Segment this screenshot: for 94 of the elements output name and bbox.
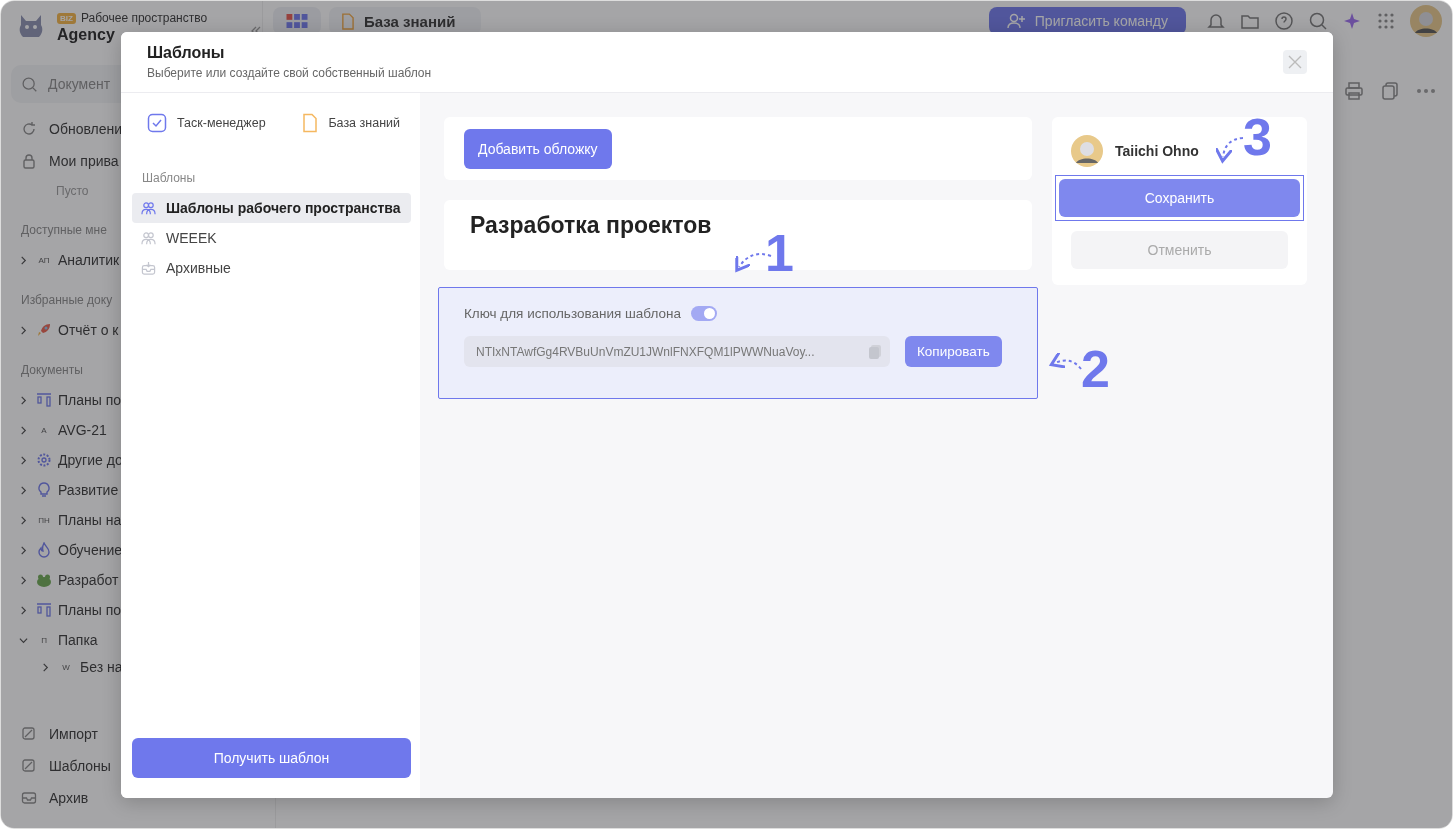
callout-arrow [1049,351,1082,370]
flame-icon [36,542,52,558]
rocket-icon [36,322,52,338]
doc-initials: ПН [37,515,51,525]
template-category[interactable]: Шаблоны рабочего пространства [132,193,411,223]
tree-item[interactable]: Аналитик [58,252,120,268]
people-icon [141,200,156,216]
document-title[interactable]: Разработка проектов [470,212,712,238]
app-link[interactable]: База знаний [302,113,400,133]
grid-icon[interactable] [1376,11,1396,31]
workspace-name[interactable]: Agency [57,26,115,44]
bulb-icon [36,482,52,498]
close-icon [1288,55,1302,69]
section-heading: Шаблоны [142,171,196,185]
get-template-button[interactable]: Получить шаблон [132,738,411,778]
doc-initials: АП [37,255,51,265]
tree-item[interactable]: Планы по [58,392,122,408]
gear-icon [36,452,52,468]
tile-icon [21,758,37,774]
avatar [1071,135,1103,167]
chevron-right-icon[interactable] [19,575,28,585]
save-button[interactable]: Сохранить [1059,179,1300,217]
document-icon [302,113,319,133]
tree-item[interactable]: AVG-21 [58,422,107,438]
chevron-right-icon[interactable] [19,605,28,615]
step-number: 3 [1243,111,1272,163]
bell-icon[interactable] [1206,11,1226,31]
template-category[interactable]: WEEEK [132,223,411,253]
empty-note: Пусто [55,183,89,200]
help-icon[interactable] [1274,11,1294,31]
tile-icon [21,726,37,742]
sidebar-item[interactable]: Импорт [11,718,111,750]
chevron-down-icon[interactable] [19,635,28,645]
tree-item[interactable]: Планы по [58,602,122,618]
frog-icon [36,572,52,588]
sidebar-item[interactable]: Обновлени [11,113,123,145]
tree-item[interactable]: Отчёт о к [58,322,119,338]
people-icon [141,230,156,246]
add-cover-button[interactable]: Добавить обложку [464,128,612,169]
dialog-subtitle: Выберите или создайте свой собственный шаблон [147,66,432,80]
printer-icon[interactable] [1344,81,1364,101]
chevron-right-icon[interactable] [19,255,28,265]
chevron-right-icon[interactable] [19,395,28,405]
inbox-icon [21,790,37,806]
chevron-right-icon[interactable] [19,425,28,435]
doc-initials: П [40,635,48,645]
doc-initials: W [61,662,71,672]
copy-button[interactable]: Копировать [905,336,1002,367]
tree-item[interactable]: Обучение [58,542,123,558]
doc-initials: A [40,425,48,435]
plan-badge: BIZ [57,12,76,24]
tree-item[interactable]: Планы на [58,512,122,528]
sidebar-item[interactable]: Мои прива [11,145,119,177]
knowledge-base-tab[interactable]: База знаний [329,7,482,35]
refresh-icon [21,121,37,137]
tree-item[interactable]: Папка [58,632,98,648]
chevron-right-icon[interactable] [19,325,28,335]
chevron-right-icon[interactable] [41,662,50,672]
tree-item[interactable]: Разработ [58,572,119,588]
callout-arrow [1214,137,1244,163]
apps-button[interactable] [273,7,321,35]
dialog-title: Шаблоны [147,44,226,62]
key-field[interactable]: NTIxNTAwfGg4RVBuUnVmZU1JWnlFNXFQM1lPWWNuaVoy... [464,336,890,367]
lock-icon [21,153,37,169]
add-user-icon [1006,13,1025,29]
copy-icon[interactable] [1380,81,1400,101]
search-icon [21,75,38,93]
key-label: Ключ для использования шаблона [464,306,681,321]
chevron-right-icon[interactable] [19,485,28,495]
section-heading: Документы [21,362,83,379]
section-heading: Избранные доку [21,292,113,309]
checkbox-icon [147,113,167,133]
toggle-switch[interactable] [691,306,717,321]
search-icon[interactable] [1308,11,1328,31]
tiles-icon [286,14,308,28]
tree-item[interactable]: Без на [80,659,123,675]
board-icon [36,392,52,408]
sidebar-item[interactable]: Архив [11,782,111,814]
tree-item[interactable]: Развитие [58,482,119,498]
chevron-right-icon[interactable] [19,515,28,525]
chevron-right-icon[interactable] [19,455,28,465]
avatar[interactable] [1410,5,1442,37]
author-name: Taiichi Ohno [1115,143,1199,159]
section-heading: Доступные мне [21,222,107,239]
document-icon [341,12,354,30]
workspace-label: Рабочее пространство [80,11,208,25]
chevron-right-icon[interactable] [19,545,28,555]
sidebar-item[interactable]: Шаблоны [11,750,111,782]
app-link[interactable]: Таск-менеджер [147,113,266,133]
template-category[interactable]: Архивные [132,253,411,283]
step-number: 1 [765,227,794,279]
inbox-icon [141,260,156,276]
board-icon [36,602,52,618]
step-number: 2 [1081,343,1110,395]
